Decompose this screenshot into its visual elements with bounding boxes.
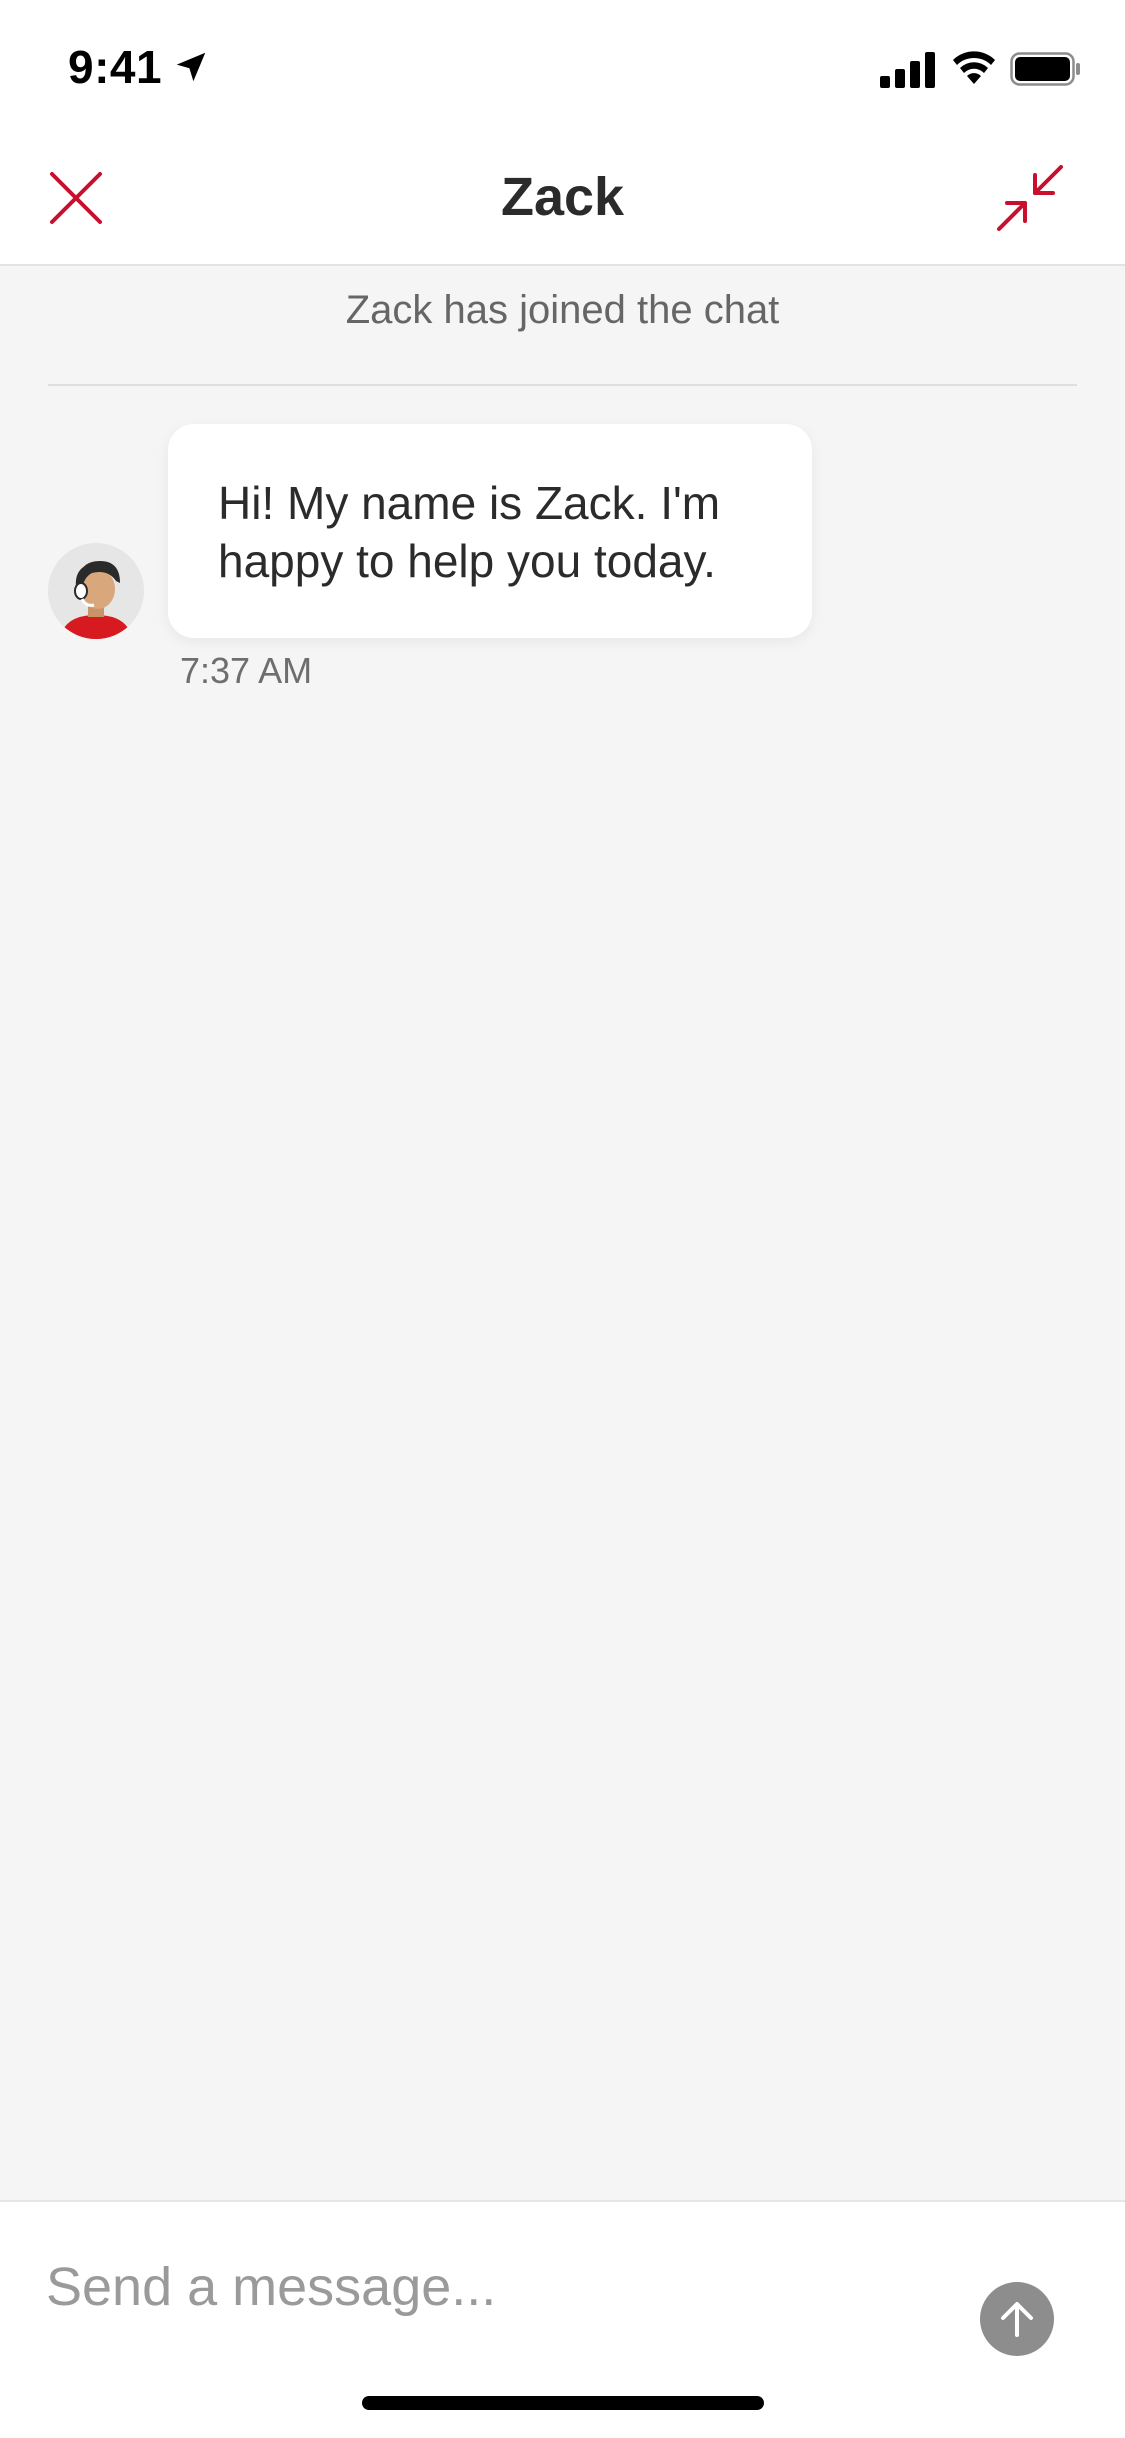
arrow-up-icon <box>1001 2302 1033 2337</box>
agent-avatar-icon <box>48 543 144 639</box>
battery-icon <box>1010 52 1080 86</box>
status-time: 9:41 <box>68 41 163 93</box>
home-indicator <box>362 2396 764 2410</box>
agent-message-text: Hi! My name is Zack. I'm happy to help y… <box>218 477 721 587</box>
message-input[interactable] <box>46 2242 926 2332</box>
minimize-icon <box>997 165 1063 231</box>
chat-header: Zack <box>0 132 1125 266</box>
cellular-signal-icon <box>880 52 935 88</box>
agent-message-bubble: Hi! My name is Zack. I'm happy to help y… <box>168 424 812 638</box>
send-button[interactable] <box>980 2282 1054 2356</box>
agent-avatar <box>48 543 144 639</box>
wifi-icon <box>953 51 995 84</box>
location-arrow-icon <box>176 52 206 82</box>
message-timestamp: 7:37 AM <box>180 650 313 691</box>
system-message: Zack has joined the chat <box>48 266 1077 386</box>
chat-title: Zack <box>500 167 625 227</box>
system-message-text: Zack has joined the chat <box>345 288 780 332</box>
status-bar: 9:41 <box>0 0 1125 132</box>
minimize-button[interactable] <box>990 158 1070 238</box>
